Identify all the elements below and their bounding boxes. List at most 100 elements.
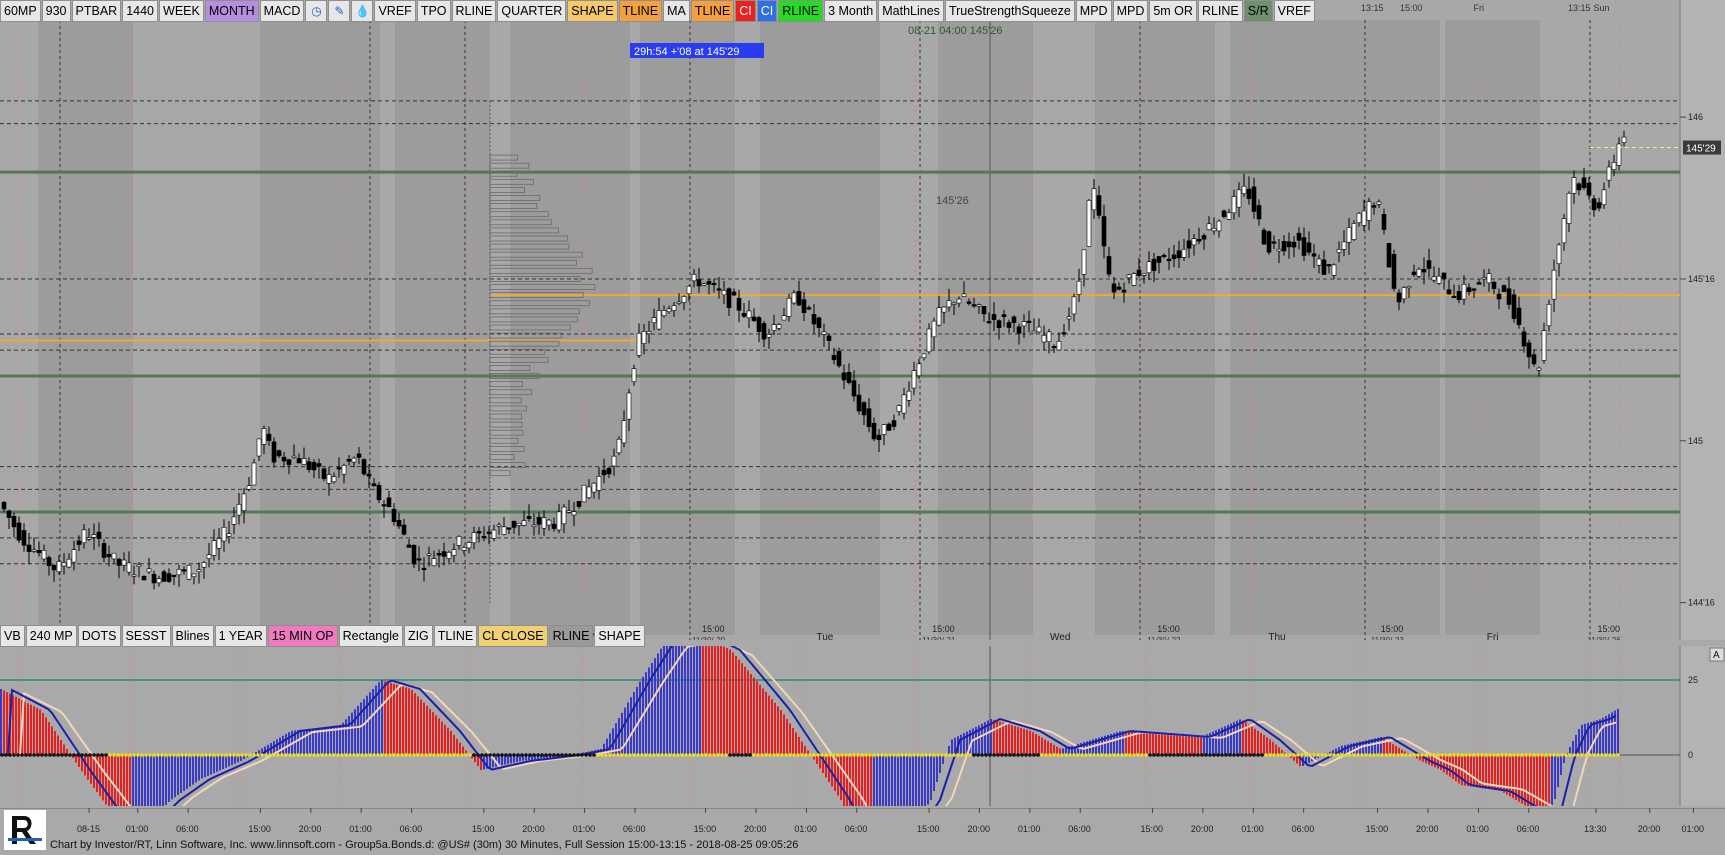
histogram-bar	[1443, 755, 1445, 772]
toolbar-button-vref[interactable]: VREF	[1274, 0, 1315, 22]
drop-icon[interactable]: 💧	[351, 0, 373, 22]
histogram-bar	[906, 755, 908, 806]
histogram-bar	[1251, 727, 1253, 755]
histogram-bar	[840, 755, 842, 800]
histogram-bar	[78, 755, 80, 767]
squeeze-dot	[924, 753, 928, 757]
toolbar-button-vref[interactable]: VREF	[374, 0, 415, 22]
toolbar-button-shape[interactable]: SHAPE	[567, 0, 617, 22]
toolbar-button-vb[interactable]: VB	[0, 625, 25, 647]
toolbar-button-5m-or[interactable]: 5m OR	[1149, 0, 1197, 22]
indicator-chart[interactable]: 250A	[0, 646, 1725, 806]
candle-up	[122, 560, 126, 565]
squeeze-dot	[664, 753, 668, 757]
toolbar-button-930[interactable]: 930	[42, 0, 71, 22]
toolbar-button-week[interactable]: WEEK	[159, 0, 204, 22]
time-axis-label: 01:00	[1681, 824, 1704, 834]
toolbar-button-blines[interactable]: Blines	[172, 625, 214, 647]
squeeze-dot	[708, 753, 712, 757]
toolbar-button-mpd[interactable]: MPD	[1113, 0, 1149, 22]
histogram-bar	[60, 740, 62, 755]
histogram-bar	[177, 755, 179, 795]
candle-down	[707, 281, 711, 284]
toolbar-button-cl-close[interactable]: CL CLOSE	[478, 625, 547, 647]
candle-down	[527, 516, 531, 518]
squeeze-dot	[668, 753, 672, 757]
candle-up	[262, 429, 266, 445]
histogram-bar	[738, 660, 740, 755]
squeeze-dot	[852, 753, 856, 757]
toolbar-button-truestrengthsqueeze[interactable]: TrueStrengthSqueeze	[945, 0, 1075, 22]
toolbar-button-s-r[interactable]: S/R	[1244, 0, 1273, 22]
candle-up	[917, 364, 921, 376]
histogram-bar	[1452, 755, 1454, 779]
toolbar-button-1-year[interactable]: 1 YEAR	[215, 625, 267, 647]
toolbar-button-macd[interactable]: MACD	[260, 0, 305, 22]
toolbar-button-3-month[interactable]: 3 Month	[824, 0, 877, 22]
squeeze-dot	[1016, 753, 1020, 757]
histogram-bar	[1191, 736, 1193, 755]
candle-down	[847, 372, 851, 382]
toolbar-button-1440[interactable]: 1440	[122, 0, 158, 22]
squeeze-dot	[516, 753, 520, 757]
histogram-bar	[162, 755, 164, 806]
toolbar-button-sesst[interactable]: SESST	[122, 625, 171, 647]
toolbar-button-rline[interactable]: RLINE	[452, 0, 497, 22]
toolbar-button-ci[interactable]: CI	[757, 0, 778, 22]
histogram-bar	[1194, 737, 1196, 755]
toolbar-button-rectangle[interactable]: Rectangle	[339, 625, 403, 647]
time-axis-label: 20:00	[744, 824, 767, 834]
histogram-bar	[798, 737, 800, 755]
histogram-bar	[180, 755, 182, 793]
candle-up	[247, 486, 251, 489]
pencil-icon[interactable]: ✎	[328, 0, 350, 22]
toolbar-button-tline[interactable]: TLINE	[691, 0, 734, 22]
toolbar-button-rline[interactable]: RLINE	[778, 0, 823, 22]
histogram-bar	[876, 755, 878, 806]
squeeze-dot	[1616, 753, 1620, 757]
toolbar-button-tline[interactable]: TLINE	[434, 625, 477, 647]
toolbar-button-rline[interactable]: RLINE	[1198, 0, 1243, 22]
toolbar-button-zig[interactable]: ZIG	[404, 625, 433, 647]
toolbar-button-rline[interactable]: RLINE	[549, 625, 594, 647]
candle-down	[417, 559, 421, 561]
toolbar-button-mpd[interactable]: MPD	[1076, 0, 1112, 22]
histogram-bar	[1122, 731, 1124, 755]
squeeze-dot	[712, 753, 716, 757]
candle-down	[537, 517, 541, 524]
squeeze-dot	[1072, 753, 1076, 757]
squeeze-dot	[120, 753, 124, 757]
toolbar-button-ma[interactable]: MA	[663, 0, 690, 22]
toolbar-button-month[interactable]: MONTH	[205, 0, 259, 22]
candle-up	[222, 527, 226, 541]
candle-down	[972, 305, 976, 307]
histogram-bar	[1557, 755, 1559, 787]
toolbar-button-shape[interactable]: SHAPE	[594, 625, 644, 647]
squeeze-dot	[264, 753, 268, 757]
current-price-label: 145'29	[1686, 144, 1716, 155]
toolbar-button-240-mp[interactable]: 240 MP	[26, 625, 77, 647]
toolbar-button-tpo[interactable]: TPO	[417, 0, 451, 22]
candle-down	[97, 532, 101, 538]
toolbar-button-ptbar[interactable]: PTBAR	[72, 0, 122, 22]
toolbar-button-15-min-op[interactable]: 15 MIN OP	[268, 625, 338, 647]
histogram-bar	[303, 729, 305, 755]
histogram-bar	[414, 693, 416, 755]
candle-down	[967, 302, 971, 304]
toolbar-button-tline[interactable]: TLINE	[619, 0, 662, 22]
toolbar-button-60mp[interactable]: 60MP	[0, 0, 41, 22]
histogram-bar	[912, 755, 914, 806]
price-chart[interactable]: 146145'16145144'16145'2929h:54 +'08 at 1…	[0, 0, 1725, 640]
histogram-bar	[918, 755, 920, 806]
squeeze-dot	[1120, 753, 1124, 757]
toolbar-button-quarter[interactable]: QUARTER	[497, 0, 566, 22]
toolbar-button-dots[interactable]: DOTS	[78, 625, 121, 647]
squeeze-dot	[860, 753, 864, 757]
toolbar-button-mathlines[interactable]: MathLines	[878, 0, 944, 22]
histogram-bar	[1599, 719, 1601, 755]
candle-down	[892, 421, 896, 427]
clock-icon[interactable]: ◷	[305, 0, 327, 22]
squeeze-dot	[788, 753, 792, 757]
candle-down	[842, 373, 846, 380]
toolbar-button-ci[interactable]: CI	[735, 0, 756, 22]
